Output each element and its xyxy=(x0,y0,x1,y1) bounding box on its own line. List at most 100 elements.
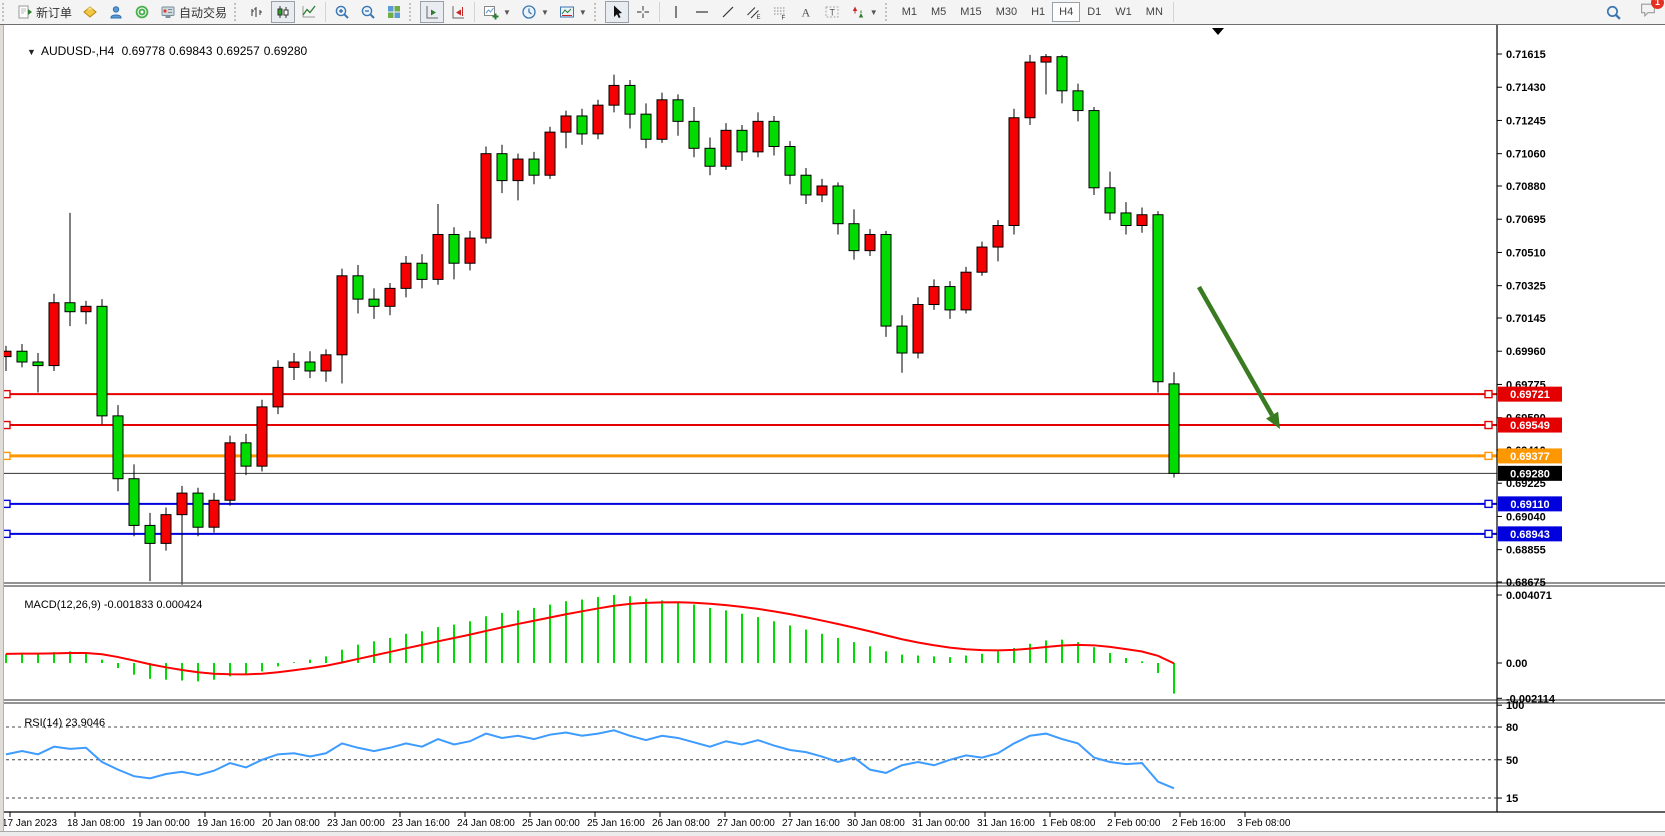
text-button[interactable]: A xyxy=(794,1,818,23)
candle-body xyxy=(529,159,539,175)
channel-button[interactable]: E xyxy=(742,1,766,23)
cursor-button[interactable] xyxy=(605,1,629,23)
search-button[interactable] xyxy=(1601,1,1626,24)
template-dropdown[interactable]: ▼ xyxy=(555,1,591,23)
candle-body xyxy=(49,303,59,366)
candle-body xyxy=(161,515,171,544)
hline-handle[interactable] xyxy=(3,500,10,507)
tf-mn-button[interactable]: MN xyxy=(1139,2,1170,22)
candle-body xyxy=(1057,57,1067,91)
hline-handle[interactable] xyxy=(1485,452,1492,459)
toolbar-separator xyxy=(1173,2,1174,22)
fibonacci-button[interactable]: F xyxy=(768,1,792,23)
candle-body xyxy=(401,263,411,288)
hline-handle[interactable] xyxy=(1485,391,1492,398)
tf-d1-button[interactable]: D1 xyxy=(1080,2,1108,22)
candle-body xyxy=(561,116,571,132)
candle-body xyxy=(993,226,1003,248)
candle-body xyxy=(321,355,331,371)
toolbar-separator xyxy=(474,2,475,22)
candle-body xyxy=(1041,57,1051,62)
hline-handle[interactable] xyxy=(1485,530,1492,537)
candle-body xyxy=(1073,91,1083,111)
tf-h1-button[interactable]: H1 xyxy=(1024,2,1052,22)
tf-h4-button[interactable]: H4 xyxy=(1052,2,1080,22)
new-order-button[interactable]: 新订单 xyxy=(13,1,76,24)
candle-body xyxy=(657,100,667,140)
candle-body xyxy=(1137,215,1147,226)
channel-icon: E xyxy=(746,4,762,20)
notification-badge: 1 xyxy=(1651,0,1664,9)
tf-m30-button[interactable]: M30 xyxy=(989,2,1024,22)
tf-m15-button[interactable]: M15 xyxy=(953,2,988,22)
signals-button[interactable] xyxy=(130,1,154,23)
tf-w1-button[interactable]: W1 xyxy=(1108,2,1139,22)
period-dropdown[interactable]: ▼ xyxy=(517,1,553,23)
candle-body xyxy=(449,234,459,263)
window-bottom-edge xyxy=(0,831,1665,836)
candle-body xyxy=(129,479,139,526)
hline-handle[interactable] xyxy=(3,422,10,429)
notifications-button[interactable]: 1 xyxy=(1639,1,1657,23)
candle-chart-button[interactable] xyxy=(271,1,295,23)
tf-m5-button[interactable]: M5 xyxy=(924,2,953,22)
candle-body xyxy=(289,362,299,367)
vertical-line-button[interactable] xyxy=(664,1,688,23)
candle-body xyxy=(577,116,587,134)
hline-handle[interactable] xyxy=(3,452,10,459)
hline-handle[interactable] xyxy=(1485,422,1492,429)
candle-body xyxy=(897,326,907,353)
crosshair-button[interactable] xyxy=(631,1,655,23)
community-button[interactable] xyxy=(104,1,128,23)
svg-text:A: A xyxy=(801,6,810,20)
label-button[interactable]: T xyxy=(820,1,844,23)
hline-handle[interactable] xyxy=(1485,500,1492,507)
candle-body xyxy=(625,85,635,114)
auto-trading-icon xyxy=(160,4,176,20)
chart-canvas[interactable]: 0.716150.714300.712450.710600.708800.706… xyxy=(0,25,1665,836)
auto-scroll-button[interactable] xyxy=(420,1,444,23)
hline-handle[interactable] xyxy=(3,530,10,537)
auto-trading-label: 自动交易 xyxy=(179,4,227,21)
hline-handle[interactable] xyxy=(3,391,10,398)
candle-body xyxy=(705,148,715,166)
bar-chart-button[interactable] xyxy=(245,1,269,23)
candle-body xyxy=(865,234,875,250)
signal-icon xyxy=(134,4,150,20)
time-tick-label: 2 Feb 00:00 xyxy=(1107,818,1161,829)
candle-body xyxy=(513,159,523,181)
vertical-line-icon xyxy=(668,4,684,20)
horizontal-line-button[interactable] xyxy=(690,1,714,23)
zoom-out-button[interactable] xyxy=(356,1,380,23)
candle-body xyxy=(913,305,923,353)
zoom-in-icon xyxy=(334,4,350,20)
time-tick-label: 25 Jan 16:00 xyxy=(587,818,645,829)
price-badge-label: 0.69110 xyxy=(1510,499,1549,511)
tf-m1-button[interactable]: M1 xyxy=(895,2,924,22)
new-chart-icon xyxy=(483,4,499,20)
auto-scroll-icon xyxy=(424,4,440,20)
bar-chart-icon xyxy=(249,4,265,20)
market-watch-button[interactable] xyxy=(78,1,102,23)
auto-trading-button[interactable]: 自动交易 xyxy=(156,1,231,24)
zoom-in-button[interactable] xyxy=(330,1,354,23)
symbol-label: AUDUSD-,H4 xyxy=(41,44,114,58)
line-chart-button[interactable] xyxy=(297,1,321,23)
candle-body xyxy=(177,493,187,515)
candle-body xyxy=(609,85,619,105)
candle-body xyxy=(1089,111,1099,188)
trendline-button[interactable] xyxy=(716,1,740,23)
macd-scale-label: 0.004071 xyxy=(1506,590,1552,602)
tile-windows-button[interactable] xyxy=(382,1,406,23)
trendline-icon xyxy=(720,4,736,20)
symbol-dropdown-icon[interactable]: ▼ xyxy=(27,47,36,57)
new-chart-dropdown[interactable]: ▼ xyxy=(479,1,515,23)
time-tick-label: 30 Jan 08:00 xyxy=(847,818,905,829)
chart-shift-button[interactable] xyxy=(446,1,470,23)
candle-body xyxy=(305,362,315,371)
community-icon xyxy=(108,4,124,20)
chart-area[interactable]: 0.716150.714300.712450.710600.708800.706… xyxy=(0,25,1665,836)
arrows-dropdown[interactable]: ▼ xyxy=(846,1,882,23)
time-tick-label: 27 Jan 16:00 xyxy=(782,818,840,829)
chevron-down-icon: ▼ xyxy=(503,8,511,17)
